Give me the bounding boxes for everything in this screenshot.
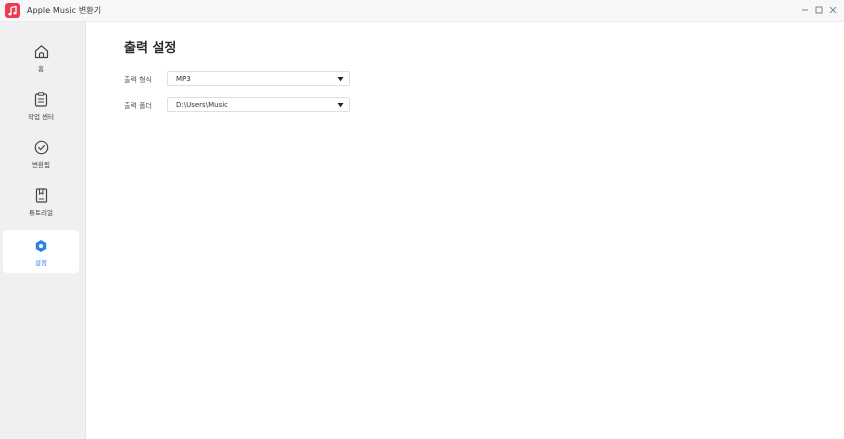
maximize-icon [815,6,823,14]
minimize-button[interactable] [799,4,811,16]
clipboard-icon [32,91,50,109]
output-folder-select[interactable]: D:\Users\Music [167,97,350,112]
gear-icon [32,237,50,255]
output-format-value: MP3 [176,75,191,83]
check-circle-icon [32,139,50,157]
page-title: 출력 설정 [124,41,177,56]
sidebar-item-label: 설정 [35,258,47,267]
sidebar-item-label: 홈 [38,64,44,73]
minimize-icon [802,9,808,11]
output-folder-label: 출력 폴더 [124,102,152,110]
sidebar: 홈 작업 센터 변환됨 튜토리얼 설정 [0,22,86,439]
home-icon [32,43,50,61]
maximize-button[interactable] [813,4,825,16]
title-bar: Apple Music 변환기 [0,0,844,22]
close-button[interactable] [827,4,839,16]
sidebar-item-home[interactable]: 홈 [3,36,79,79]
close-icon [829,6,837,14]
dropdown-arrow-icon [337,103,344,108]
sidebar-item-tutorial[interactable]: 튜토리얼 [3,180,79,223]
app-title: Apple Music 변환기 [27,6,102,15]
sidebar-item-label: 작업 센터 [28,112,54,121]
sidebar-item-task-center[interactable]: 작업 센터 [3,84,79,127]
output-format-select[interactable]: MP3 [167,71,350,86]
dropdown-arrow-icon [337,77,344,82]
sidebar-item-label: 변환됨 [32,160,50,169]
sidebar-item-converted[interactable]: 변환됨 [3,132,79,175]
music-note-icon [8,5,17,15]
output-folder-value: D:\Users\Music [176,101,228,109]
sidebar-item-label: 튜토리얼 [29,208,53,217]
book-icon [32,187,50,205]
output-format-label: 출력 형식 [124,76,152,84]
sidebar-item-settings[interactable]: 설정 [3,230,79,273]
app-logo [5,3,20,18]
